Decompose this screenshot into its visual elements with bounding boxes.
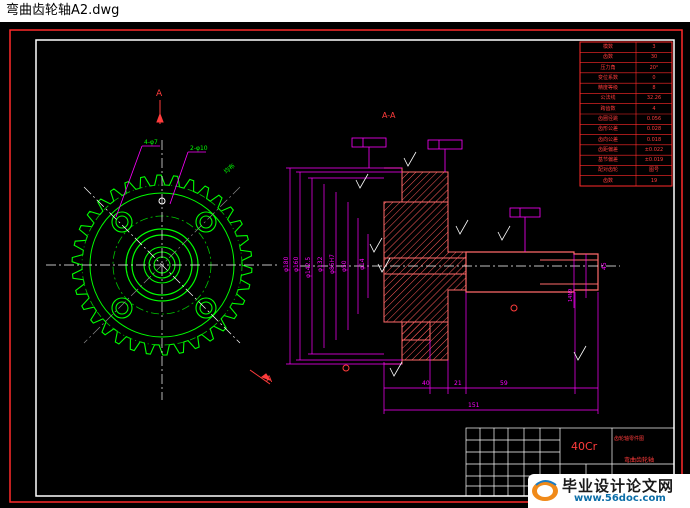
dim-seg2: 21 [454, 380, 462, 387]
svg-text:φ50: φ50 [341, 260, 348, 272]
dim-seg3: 59 [500, 380, 508, 387]
svg-text:φ132: φ132 [317, 256, 324, 272]
dim-seg1: 40 [422, 380, 430, 387]
gear-parameter-text: 模数 3 齿数 30 压力角 20° 变位系数 0 精度等级 8 公法线 32.26 跨齿数 4 齿圈径跳 0… [580, 42, 672, 186]
watermark-logo: 毕业设计论文网 www.56doc.com [528, 474, 690, 508]
svg-text:φ142.5: φ142.5 [305, 257, 312, 278]
gear-param-label: 齿数 [602, 54, 613, 61]
gear-param-label: 变位系数 [597, 74, 618, 81]
gear-param-label: 配对齿轮 [597, 167, 618, 174]
gear-param-label: 齿数 [602, 177, 613, 184]
gear-param-value: 32.26 [646, 95, 662, 102]
gear-param-value: 20° [649, 64, 659, 71]
gear-param-value: 19 [650, 177, 658, 184]
dim-shaft: 45 [601, 262, 608, 270]
gear-param-value: 0.056 [646, 116, 662, 122]
gear-param-label: 模数 [602, 44, 613, 50]
gear-param-value: ±0.019 [644, 157, 664, 164]
svg-text:φ160: φ160 [293, 256, 300, 272]
gear-param-value: 图号 [648, 167, 659, 174]
svg-text:φ14: φ14 [359, 258, 366, 270]
svg-text:2-φ10: 2-φ10 [190, 145, 208, 152]
gear-param-label: 公法线 [600, 95, 616, 102]
gear-param-value: 4 [652, 105, 656, 112]
title-block-name: 弯曲齿轮轴 [624, 456, 654, 464]
title-block-top: 齿轮轴零件图 [614, 435, 644, 442]
window-title: 弯曲齿轮轴A2.dwg [0, 0, 690, 22]
gear-param-value: ±0.022 [644, 146, 664, 153]
cad-drawing-canvas[interactable]: A A 4-φ7 2-φ10 均布 A-A φ180 φ160 φ142.5 φ… [0, 22, 690, 508]
gear-param-value: 30 [650, 54, 658, 61]
svg-text:均布: 均布 [222, 162, 236, 176]
gear-param-label: 齿形公差 [597, 126, 618, 133]
gear-param-label: 齿距偏差 [597, 146, 618, 153]
watermark-url: www.56doc.com [574, 493, 666, 504]
gear-param-value: 0 [652, 74, 656, 81]
gear-param-value: 0.018 [646, 136, 662, 143]
gear-param-label: 压力角 [600, 64, 616, 71]
svg-text:14N9: 14N9 [568, 289, 574, 302]
section-label: A-A [382, 111, 396, 120]
svg-text:φ180: φ180 [283, 256, 290, 272]
gear-param-label: 基节偏差 [597, 157, 618, 164]
svg-text:4-φ7: 4-φ7 [144, 139, 158, 146]
dim-total-length: 151 [468, 402, 480, 409]
section-arrow-label-top: A [156, 89, 163, 99]
gear-param-label: 齿圈径跳 [597, 116, 618, 122]
gear-param-value: 8 [652, 85, 656, 92]
gear-param-label: 跨齿数 [600, 105, 616, 112]
gear-param-label: 精度等级 [597, 85, 618, 92]
svg-text:φ85H7: φ85H7 [329, 254, 336, 274]
gear-param-label: 齿向公差 [597, 136, 618, 143]
material-label: 40Cr [571, 440, 598, 453]
gear-param-value: 3 [652, 44, 656, 50]
logo-icon [532, 480, 558, 501]
section-arrow-label-bottom: A [266, 375, 273, 385]
gear-param-value: 0.028 [646, 126, 662, 133]
